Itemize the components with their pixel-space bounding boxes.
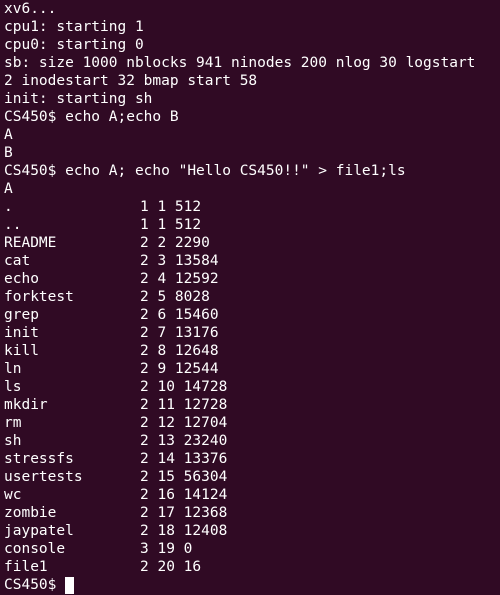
ls-row: rm 2 12 12704 [4,414,500,432]
ls-file-info: 2 9 12544 [140,361,219,377]
ls-row: zombie 2 17 12368 [4,504,500,522]
ls-filename: kill [4,343,39,359]
command-output-line: B [4,145,13,161]
ls-file-info: 2 8 12648 [140,343,219,359]
boot-line: cpu1: starting 1 [4,19,144,35]
ls-listing: . 1 1 512.. 1 1 512 README 2 2 2290 cat 2 3 13… [4,198,500,576]
command-line: CS450$ echo A; echo "Hello CS450!!" > fi… [4,163,406,179]
ls-row: ln 2 9 12544 [4,360,500,378]
prompt-row[interactable]: CS450$ [4,576,500,594]
ls-row: jaypatel 2 18 12408 [4,522,500,540]
ls-row: README 2 2 2290 [4,234,500,252]
command-output-line: A [4,181,13,197]
ls-file-info: 3 19 0 [140,541,193,557]
ls-filename: zombie [4,505,57,521]
ls-filename: cat [4,253,31,269]
ls-file-info: 2 3 13584 [140,253,219,269]
ls-row: file1 2 20 16 [4,558,500,576]
ls-row: grep 2 6 15460 [4,306,500,324]
ls-file-info: 2 2 2290 [140,235,210,251]
boot-line: init: starting sh [4,91,153,107]
ls-file-info: 2 11 12728 [140,397,228,413]
ls-filename: grep [4,307,39,323]
cursor-block [65,576,75,594]
ls-file-info: 2 16 14124 [140,487,228,503]
terminal-window[interactable]: xv6... cpu1: starting 1 cpu0: starting 0… [0,0,500,595]
boot-line: xv6... [4,1,57,17]
ls-row: init 2 7 13176 [4,324,500,342]
ls-row: mkdir 2 11 12728 [4,396,500,414]
ls-file-info: 2 13 23240 [140,433,228,449]
ls-file-info: 2 18 12408 [140,523,228,539]
ls-row: forktest 2 5 8028 [4,288,500,306]
ls-file-info: 2 12 12704 [140,415,228,431]
ls-row: sh 2 13 23240 [4,432,500,450]
ls-filename: .. [4,217,22,233]
ls-file-info: 2 15 56304 [140,469,228,485]
ls-file-info: 2 4 12592 [140,271,219,287]
command-line: CS450$ echo A;echo B [4,109,179,125]
ls-file-info: 2 6 15460 [140,307,219,323]
ls-filename: sh [4,433,22,449]
ls-filename: . [4,199,13,215]
ls-file-info: 2 7 13176 [140,325,219,341]
ls-file-info: 2 5 8028 [140,289,210,305]
ls-filename: console [4,541,66,557]
ls-row: echo 2 4 12592 [4,270,500,288]
ls-file-info: 1 1 512 [140,217,202,233]
ls-filename: rm [4,415,22,431]
ls-filename: mkdir [4,397,48,413]
ls-filename: jaypatel [4,523,74,539]
ls-file-info: 2 20 16 [140,559,202,575]
boot-line: cpu0: starting 0 [4,37,144,53]
shell-prompt: CS450$ [4,577,57,593]
ls-row: kill 2 8 12648 [4,342,500,360]
ls-row: usertests 2 15 56304 [4,468,500,486]
boot-line: sb: size 1000 nblocks 941 ninodes 200 nl… [4,55,476,71]
ls-filename: file1 [4,559,48,575]
ls-filename: forktest [4,289,74,305]
ls-filename: README [4,235,57,251]
command-output-line: A [4,127,13,143]
ls-row: console 3 19 0 [4,540,500,558]
ls-row: .. 1 1 512 [4,216,500,234]
ls-filename: usertests [4,469,83,485]
boot-line: 2 inodestart 32 bmap start 58 [4,73,258,89]
ls-file-info: 2 17 12368 [140,505,228,521]
ls-row: . 1 1 512 [4,198,500,216]
ls-row: cat 2 3 13584 [4,252,500,270]
ls-filename: ln [4,361,22,377]
ls-filename: wc [4,487,22,503]
ls-filename: stressfs [4,451,74,467]
boot-output: xv6... cpu1: starting 1 cpu0: starting 0… [4,0,500,108]
ls-file-info: 2 10 14728 [140,379,228,395]
ls-row: wc 2 16 14124 [4,486,500,504]
ls-row: stressfs 2 14 13376 [4,450,500,468]
ls-filename: init [4,325,39,341]
ls-row: ls 2 10 14728 [4,378,500,396]
ls-filename: ls [4,379,22,395]
ls-file-info: 2 14 13376 [140,451,228,467]
ls-file-info: 1 1 512 [140,199,202,215]
ls-filename: echo [4,271,39,287]
